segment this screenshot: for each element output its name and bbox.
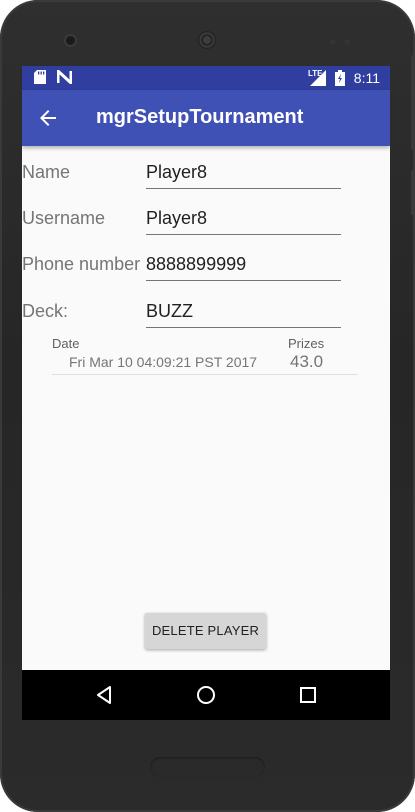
volume-button [411, 55, 415, 150]
page-title: mgrSetupTournament [96, 106, 304, 128]
username-row: Username Player8 [22, 208, 390, 248]
earpiece-speaker [198, 31, 216, 49]
n-logo-icon [57, 70, 72, 84]
prizes-header: Prizes [288, 336, 325, 351]
name-label: Name [22, 162, 71, 182]
delete-player-button[interactable]: DELETE PLAYER [145, 613, 266, 649]
app-bar: mgrSetupTournament [22, 90, 390, 146]
proximity-sensor [330, 39, 335, 44]
username-field[interactable]: Player8 [146, 208, 341, 235]
light-sensor [345, 39, 350, 44]
navigation-bar [22, 670, 390, 720]
deck-label: Deck: [22, 301, 69, 321]
power-button [411, 170, 415, 215]
name-row: Name Player8 [22, 162, 390, 202]
front-camera [66, 36, 75, 45]
deck-field[interactable]: BUZZ [146, 301, 341, 328]
name-field[interactable]: Player8 [146, 162, 341, 189]
status-time: 8:11 [353, 70, 380, 86]
back-arrow-icon[interactable] [36, 106, 60, 130]
back-triangle-icon[interactable] [92, 683, 116, 707]
status-bar: LTE 8:11 [22, 66, 390, 90]
battery-icon [335, 70, 345, 86]
history-list-item[interactable]: Date Prizes Fri Mar 10 04:09:21 PST 2017… [52, 336, 358, 375]
history-prizes: 43.0 [290, 352, 324, 371]
phone-row: Phone number 8888899999 [22, 254, 390, 294]
phone-label: Phone number [22, 254, 141, 274]
sd-card-icon [34, 70, 46, 84]
signal-icon [310, 70, 326, 86]
home-circle-icon[interactable] [194, 683, 218, 707]
phone-field[interactable]: 8888899999 [146, 254, 341, 281]
username-label: Username [22, 208, 106, 228]
date-header: Date [52, 336, 80, 351]
phone-frame: LTE 8:11 mgrSetupTournament Name Player8… [0, 0, 415, 812]
deck-row: Deck: BUZZ [22, 301, 390, 341]
history-date: Fri Mar 10 04:09:21 PST 2017 [69, 354, 258, 370]
screen: LTE 8:11 mgrSetupTournament Name Player8… [22, 66, 390, 720]
recents-square-icon[interactable] [296, 683, 320, 707]
bottom-speaker [150, 757, 265, 777]
